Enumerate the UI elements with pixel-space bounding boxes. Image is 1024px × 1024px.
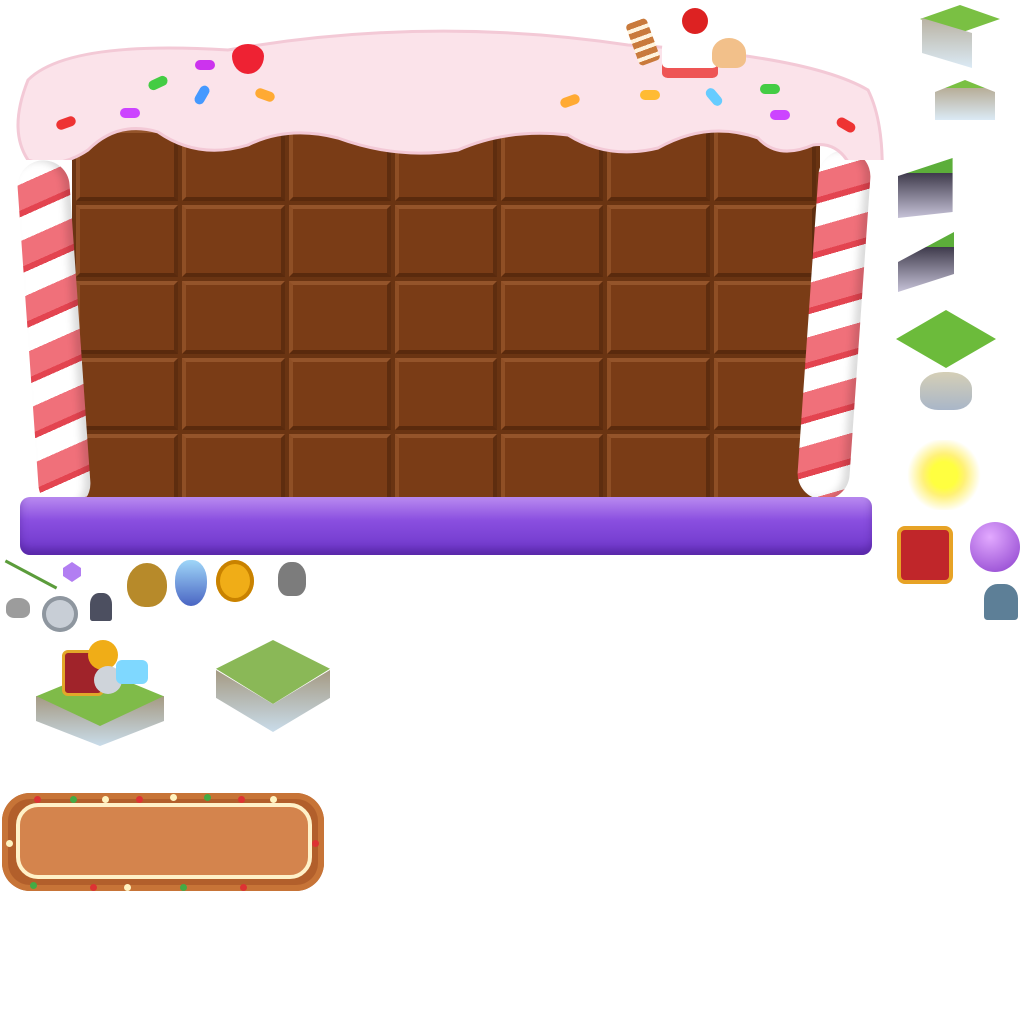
chocolate-square — [607, 433, 710, 506]
treasure-chest-icon — [897, 526, 953, 584]
chocolate-square — [182, 205, 285, 278]
chocolate-square — [501, 205, 604, 278]
dark-cliff-tile-icon — [898, 158, 953, 218]
rock-tile-icon — [920, 372, 972, 410]
jelly-bean-icon — [760, 84, 780, 94]
gingerbread-panel — [2, 793, 324, 891]
chocolate-square — [182, 357, 285, 430]
chocolate-square — [76, 281, 179, 354]
chocolate-square — [394, 357, 498, 430]
jelly-bean-icon — [195, 60, 215, 70]
chocolate-square — [288, 205, 391, 278]
cake-slice-icon — [625, 8, 748, 82]
chocolate-square — [607, 281, 710, 354]
chocolate-square — [394, 281, 498, 354]
ore-rock-icon — [278, 562, 306, 596]
chocolate-square — [182, 281, 285, 354]
gem-bag-icon — [970, 522, 1020, 572]
panel-inner — [16, 803, 312, 879]
gold-coin-icon — [216, 560, 254, 602]
chocolate-square — [501, 357, 604, 430]
cliff-tile-icon — [935, 80, 995, 120]
chocolate-square — [288, 433, 391, 506]
chocolate-square — [76, 205, 179, 278]
coin-bag-icon — [127, 563, 167, 607]
chocolate-square — [394, 433, 498, 506]
chocolate-square — [394, 205, 498, 278]
jelly-bean-icon — [120, 108, 140, 118]
gem-icon — [63, 562, 81, 582]
grass-island-icon — [212, 640, 332, 735]
jelly-bean-icon — [770, 110, 790, 120]
dark-cliff-tile-icon — [898, 232, 954, 292]
sparkle-icon — [905, 440, 983, 510]
rune-stone-icon — [984, 584, 1018, 620]
chocolate-bar-panel — [72, 125, 820, 510]
silver-coin-icon — [42, 596, 78, 632]
chocolate-square — [607, 357, 710, 430]
jelly-bean-icon — [640, 90, 660, 100]
grass-tile-icon — [896, 310, 996, 368]
treasure-island-icon — [30, 640, 170, 760]
chocolate-square — [501, 433, 604, 506]
stick-icon — [4, 559, 58, 590]
chocolate-square — [713, 281, 816, 354]
chocolate-square — [501, 281, 604, 354]
chocolate-square — [288, 357, 391, 430]
chocolate-square — [182, 433, 285, 506]
chocolate-square — [76, 433, 179, 506]
chocolate-square — [713, 205, 816, 278]
rune-stone-icon — [90, 593, 112, 621]
chocolate-square — [288, 281, 391, 354]
chocolate-square — [607, 205, 710, 278]
frosting-top — [16, 29, 884, 160]
potion-icon — [175, 560, 207, 606]
chocolate-square — [76, 357, 179, 430]
purple-jelly-base — [20, 497, 872, 555]
pebble-icon — [6, 598, 30, 618]
